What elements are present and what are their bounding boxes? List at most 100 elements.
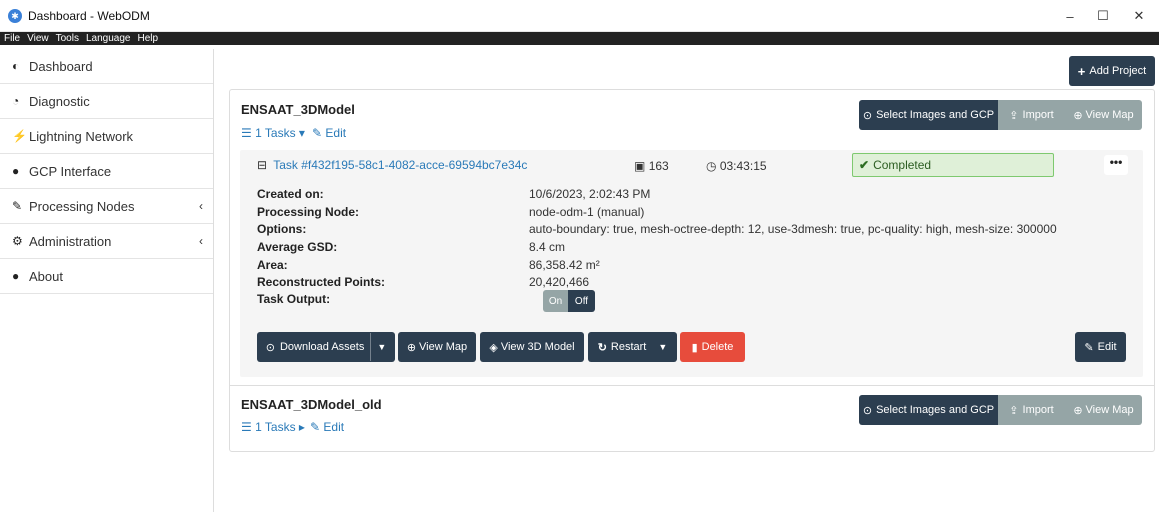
select-images-button[interactable]: ⊙ Select Images and GCP xyxy=(859,100,998,130)
view-map-label: View Map xyxy=(1085,404,1134,416)
edit-project-link[interactable]: ✎ Edit xyxy=(312,126,346,140)
sidebar-item-processing-nodes[interactable]: ✎ Processing Nodes ‹ xyxy=(0,189,213,224)
node-value: node-odm-1 (manual) xyxy=(529,205,645,219)
edit-icon: ✎ xyxy=(310,420,321,434)
import-icon: ⇪ xyxy=(1009,404,1019,417)
globe-icon: ⊕ xyxy=(1073,109,1083,122)
chevron-left-icon: ‹ xyxy=(199,234,203,248)
sidebar-item-gcp-interface[interactable]: ● GCP Interface xyxy=(0,154,213,189)
gsd-value: 8.4 cm xyxy=(529,240,566,254)
output-label: Task Output: xyxy=(257,292,331,306)
node-label: Processing Node: xyxy=(257,205,360,219)
task-menu-button[interactable]: ••• xyxy=(1104,155,1128,175)
download-assets-button[interactable]: ⊙ Download Assets ▼ xyxy=(257,332,395,362)
window-titlebar: ✱ Dashboard - WebODM – ☐ ✕ xyxy=(0,0,1159,32)
download-icon: ⊙ xyxy=(265,341,275,354)
created-label: Created on: xyxy=(257,187,324,201)
caret-right-icon: ▸ xyxy=(298,420,305,434)
caret-down-icon: ▼ xyxy=(658,342,668,352)
menu-view[interactable]: View xyxy=(27,32,49,45)
edit-project-link[interactable]: ✎ Edit xyxy=(310,420,344,434)
task-name: Task #f432f195-58c1-4082-acce-69594bc7e3… xyxy=(273,158,528,172)
info-circle-icon: ● xyxy=(12,269,20,283)
list-icon: ☰ xyxy=(241,126,252,140)
gsd-label: Average GSD: xyxy=(257,240,338,254)
project-divider xyxy=(230,385,1154,386)
sidebar-item-about[interactable]: ● About xyxy=(0,259,213,294)
select-images-button[interactable]: ⊙ Select Images and GCP xyxy=(859,395,998,425)
project-name: ENSAAT_3DModel xyxy=(241,102,355,117)
add-project-button[interactable]: + Add Project xyxy=(1069,56,1155,86)
menu-tools[interactable]: Tools xyxy=(56,32,79,45)
download-label: Download Assets xyxy=(279,341,365,353)
duration-value: 03:43:15 xyxy=(719,159,767,173)
area-label: Area: xyxy=(257,258,288,272)
task-output-toggle[interactable]: On Off xyxy=(543,290,595,312)
plus-icon: + xyxy=(1077,63,1086,79)
area-value: 86,358.42 m² xyxy=(529,258,600,272)
restart-button[interactable]: ↻ Restart ▼ xyxy=(588,332,677,362)
task-name-link[interactable]: ⊟ Task #f432f195-58c1-4082-acce-69594bc7… xyxy=(257,158,527,172)
separator xyxy=(370,333,372,361)
cube-icon: ◈ xyxy=(489,341,498,354)
import-label: Import xyxy=(1022,404,1054,416)
bolt-icon: ⚡ xyxy=(12,129,27,143)
restart-label: Restart xyxy=(610,341,647,353)
task-duration: ◷ 03:43:15 xyxy=(706,159,767,173)
pencil-icon: ✎ xyxy=(1084,341,1094,354)
select-images-label: Select Images and GCP xyxy=(876,109,995,121)
window-title: Dashboard - WebODM xyxy=(28,8,150,23)
close-button[interactable]: ✕ xyxy=(1119,0,1159,32)
created-value: 10/6/2023, 2:02:43 PM xyxy=(529,187,651,201)
wrench-icon: ✎ xyxy=(12,199,23,213)
view-map-task-button[interactable]: ⊕ View Map xyxy=(398,332,476,362)
view-map-button[interactable]: ⊕ View Map xyxy=(1065,100,1142,130)
image-count: ▣ 163 xyxy=(634,159,669,173)
upload-icon: ⊙ xyxy=(862,109,873,122)
tasks-link-label: 1 Tasks xyxy=(255,420,296,434)
chart-pie-icon: ◔ xyxy=(12,94,20,108)
edit-task-button[interactable]: ✎ Edit xyxy=(1075,332,1126,362)
sidebar-item-label: Administration xyxy=(29,233,112,249)
collapse-icon: ⊟ xyxy=(257,158,268,172)
tachometer-icon: ◐ xyxy=(12,59,20,73)
toggle-on[interactable]: On xyxy=(543,290,568,312)
sidebar-item-label: GCP Interface xyxy=(29,163,112,179)
tasks-toggle-link[interactable]: ☰ 1 Tasks ▸ xyxy=(241,420,305,434)
menu-file[interactable]: File xyxy=(4,32,20,45)
cogs-icon: ⚙ xyxy=(12,234,23,248)
view-map-button[interactable]: ⊕ View Map xyxy=(1065,395,1142,425)
toggle-off[interactable]: Off xyxy=(568,290,595,312)
sidebar-item-diagnostic[interactable]: ◔ Diagnostic xyxy=(0,84,213,119)
sidebar: ◐ Dashboard ◔ Diagnostic ⚡ Lightning Net… xyxy=(0,49,214,512)
menu-bar: File View Tools Language Help xyxy=(0,32,1159,45)
edit-link-label: Edit xyxy=(323,420,345,434)
project-name: ENSAAT_3DModel_old xyxy=(241,397,382,412)
tasks-link-label: 1 Tasks xyxy=(255,126,296,140)
trash-icon: ▮ xyxy=(691,341,698,354)
import-label: Import xyxy=(1022,109,1054,121)
map-marker-icon: ● xyxy=(12,164,20,178)
import-button[interactable]: ⇪ Import xyxy=(998,100,1065,130)
maximize-button[interactable]: ☐ xyxy=(1083,0,1123,32)
delete-label: Delete xyxy=(701,341,734,353)
sidebar-item-administration[interactable]: ⚙ Administration ‹ xyxy=(0,224,213,259)
clock-icon: ◷ xyxy=(706,159,717,173)
view-3d-model-button[interactable]: ◈ View 3D Model xyxy=(480,332,584,362)
check-icon: ✔ xyxy=(859,158,870,172)
import-button[interactable]: ⇪ Import xyxy=(998,395,1065,425)
tasks-toggle-link[interactable]: ☰ 1 Tasks ▾ xyxy=(241,126,305,140)
sidebar-item-dashboard[interactable]: ◐ Dashboard xyxy=(0,49,213,84)
caret-down-icon: ▾ xyxy=(298,126,305,140)
sidebar-item-lightning-network[interactable]: ⚡ Lightning Network xyxy=(0,119,213,154)
delete-button[interactable]: ▮ Delete xyxy=(680,332,745,362)
view-3d-label: View 3D Model xyxy=(500,341,575,353)
globe-icon: ⊕ xyxy=(406,341,417,354)
edit-link-label: Edit xyxy=(325,126,347,140)
caret-down-icon: ▼ xyxy=(377,342,387,352)
edit-icon: ✎ xyxy=(312,126,323,140)
sidebar-item-label: Diagnostic xyxy=(29,93,90,109)
menu-language[interactable]: Language xyxy=(86,32,131,45)
globe-icon: ⊕ xyxy=(1073,404,1083,417)
menu-help[interactable]: Help xyxy=(137,32,158,45)
